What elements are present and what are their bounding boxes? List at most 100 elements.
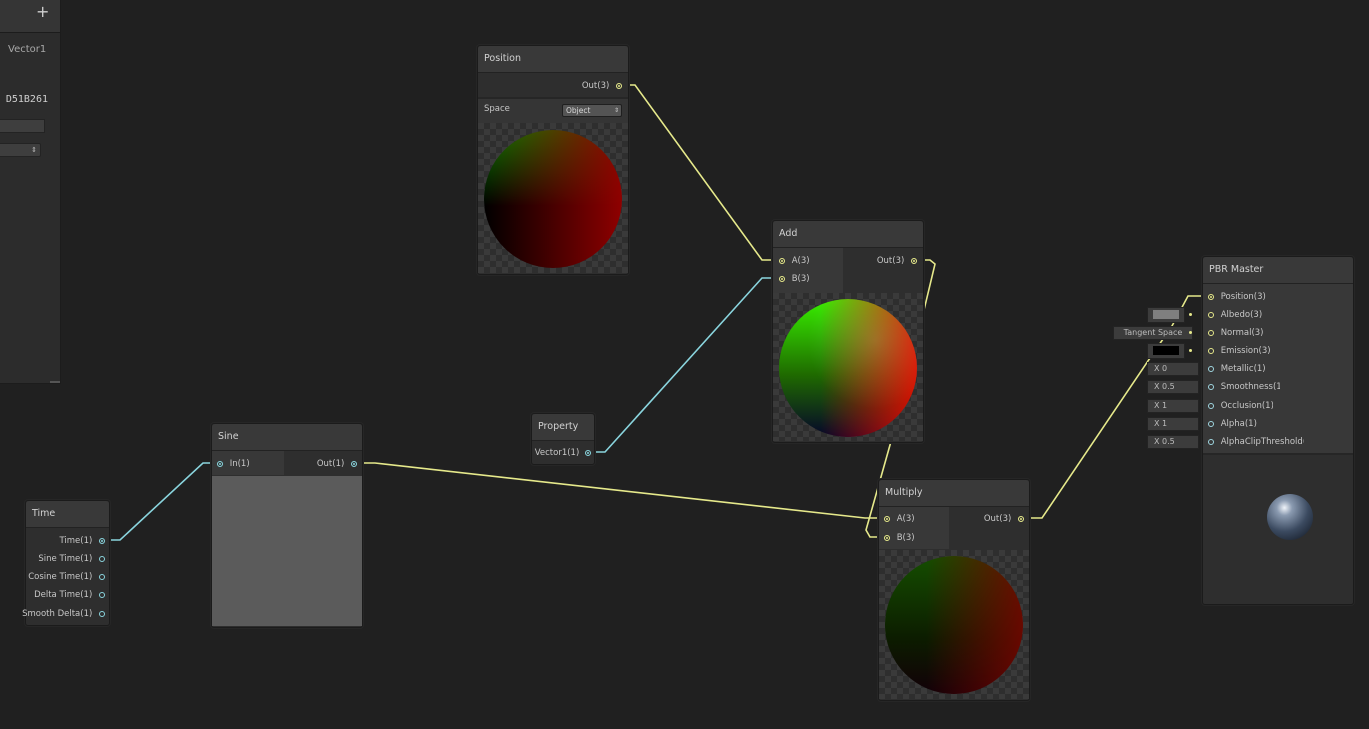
- add-property-button[interactable]: +: [36, 2, 50, 22]
- wire-sine-to-multiply-a[interactable]: [358, 462, 880, 519]
- albedo-color-field[interactable]: [1147, 307, 1185, 323]
- alpha-field[interactable]: X 1: [1147, 417, 1199, 431]
- output-port-time[interactable]: Time(1): [59, 534, 105, 548]
- reference-field[interactable]: D51B261: [0, 94, 48, 105]
- output-port[interactable]: Out(3): [984, 512, 1024, 526]
- space-dropdown[interactable]: Object ⇕: [562, 104, 622, 117]
- port-connector-icon[interactable]: [351, 460, 357, 467]
- input-port-smoothness[interactable]: Smoothness(1): [1208, 380, 1280, 394]
- dropdown-arrows-icon: ⇕: [613, 107, 619, 114]
- preview-image: [773, 293, 923, 441]
- wire-position-to-add-a[interactable]: [625, 84, 776, 261]
- node-title: Sine: [212, 424, 362, 451]
- port-connector-icon[interactable]: [1208, 420, 1214, 427]
- node-title: Property: [532, 414, 594, 441]
- port-connector-icon[interactable]: [1208, 383, 1214, 390]
- port-connector-icon[interactable]: [1208, 293, 1214, 300]
- node-title: Time: [26, 501, 109, 528]
- port-connector-icon[interactable]: [1018, 515, 1024, 522]
- emission-color-swatch: [1153, 346, 1179, 355]
- port-connector-icon[interactable]: [779, 257, 785, 264]
- port-connector-icon[interactable]: [884, 515, 890, 522]
- input-port-occlusion[interactable]: Occlusion(1): [1208, 399, 1273, 413]
- divider: [1203, 453, 1353, 455]
- input-port[interactable]: In(1): [217, 457, 250, 471]
- input-port-b[interactable]: B(3): [779, 272, 810, 286]
- port-connector-icon[interactable]: [1208, 438, 1214, 445]
- input-port-alpha-clip[interactable]: AlphaClipThreshold(1): [1208, 435, 1304, 449]
- input-port-alpha[interactable]: Alpha(1): [1208, 417, 1257, 431]
- port-label: Smoothness(1): [1220, 382, 1280, 392]
- panel-resize-handle[interactable]: [50, 381, 60, 383]
- port-label: Out(3): [983, 514, 1012, 524]
- port-connector-icon[interactable]: [99, 573, 105, 580]
- input-port-albedo[interactable]: Albedo(3): [1208, 308, 1262, 322]
- output-port-smooth-delta[interactable]: Smooth Delta(1): [22, 607, 105, 621]
- preview-sphere: [484, 130, 622, 268]
- port-connector-icon[interactable]: [1208, 347, 1214, 354]
- port-label: A(3): [896, 514, 915, 524]
- output-port[interactable]: Out(3): [582, 79, 622, 93]
- port-connector-icon[interactable]: [1208, 329, 1214, 336]
- output-port[interactable]: Out(3): [877, 254, 917, 268]
- plus-icon: +: [36, 2, 50, 21]
- port-connector-icon[interactable]: [779, 275, 785, 282]
- port-connector-icon[interactable]: [99, 537, 105, 544]
- time-node[interactable]: Time Time(1) Sine Time(1) Cosine Time(1)…: [22, 500, 110, 626]
- port-label: Delta Time(1): [34, 590, 93, 600]
- smoothness-field[interactable]: X 0.5: [1147, 380, 1199, 394]
- port-label: Smooth Delta(1): [22, 609, 93, 619]
- port-connector-icon[interactable]: [1208, 311, 1214, 318]
- input-port-emission[interactable]: Emission(3): [1208, 344, 1271, 358]
- occlusion-field[interactable]: X 1: [1147, 399, 1199, 413]
- output-port-delta-time[interactable]: Delta Time(1): [34, 588, 105, 602]
- property-type-label: Vector1: [8, 44, 47, 55]
- input-port-normal[interactable]: Normal(3): [1208, 326, 1264, 340]
- port-label: Emission(3): [1220, 346, 1271, 356]
- preview-sphere: [885, 556, 1023, 694]
- default-value-field[interactable]: [0, 119, 45, 133]
- port-label: In(1): [229, 459, 250, 469]
- port-connector-icon[interactable]: [616, 82, 622, 89]
- space-row: Space Object ⇕: [478, 99, 628, 123]
- material-preview-sphere: [1267, 494, 1313, 540]
- output-port-sine-time[interactable]: Sine Time(1): [38, 552, 105, 566]
- port-label: AlphaClipThreshold(1): [1220, 437, 1304, 447]
- port-connector-icon[interactable]: [99, 610, 105, 617]
- add-node[interactable]: Add A(3) B(3) Out(3): [772, 220, 924, 443]
- node-title: Position: [478, 46, 628, 73]
- input-port-position[interactable]: Position(3): [1208, 290, 1268, 304]
- port-connector-icon[interactable]: [217, 460, 223, 467]
- multiply-node[interactable]: Multiply A(3) B(3) Out(3): [878, 479, 1030, 701]
- property-node[interactable]: Property Vector1(1): [531, 413, 595, 465]
- port-label: Normal(3): [1220, 328, 1264, 338]
- alpha-clip-field[interactable]: X 0.5: [1147, 435, 1199, 449]
- input-port-a[interactable]: A(3): [884, 512, 915, 526]
- normal-dot: [1189, 331, 1192, 334]
- port-connector-icon[interactable]: [1208, 402, 1214, 409]
- port-connector-icon[interactable]: [911, 257, 917, 264]
- output-port[interactable]: Vector1(1): [535, 446, 591, 460]
- metallic-field[interactable]: X 0: [1147, 362, 1199, 376]
- input-port-metallic[interactable]: Metallic(1): [1208, 362, 1266, 376]
- emission-dot: [1189, 349, 1192, 352]
- input-port-a[interactable]: A(3): [779, 254, 810, 268]
- sine-node[interactable]: Sine In(1) Out(1): [211, 423, 363, 628]
- port-label: Sine Time(1): [38, 554, 93, 564]
- mode-dropdown[interactable]: ⇕: [0, 143, 41, 157]
- wire-time-to-sine[interactable]: [106, 462, 215, 541]
- port-connector-icon[interactable]: [99, 555, 105, 562]
- port-connector-icon[interactable]: [884, 534, 890, 541]
- input-port-b[interactable]: B(3): [884, 531, 915, 545]
- output-port[interactable]: Out(1): [317, 457, 357, 471]
- port-label: Position(3): [1220, 292, 1266, 302]
- emission-color-field[interactable]: [1147, 343, 1185, 359]
- port-connector-icon[interactable]: [1208, 365, 1214, 372]
- normal-space-field[interactable]: Tangent Space: [1113, 326, 1193, 340]
- position-node[interactable]: Position Out(3) Space Object ⇕: [477, 45, 629, 275]
- output-port-cosine-time[interactable]: Cosine Time(1): [28, 570, 105, 584]
- pbr-master-node[interactable]: PBR Master Position(3) Albedo(3) Normal(…: [1202, 256, 1354, 605]
- port-connector-icon[interactable]: [585, 449, 591, 456]
- wire-property-to-add-b[interactable]: [590, 277, 776, 453]
- port-connector-icon[interactable]: [99, 591, 105, 598]
